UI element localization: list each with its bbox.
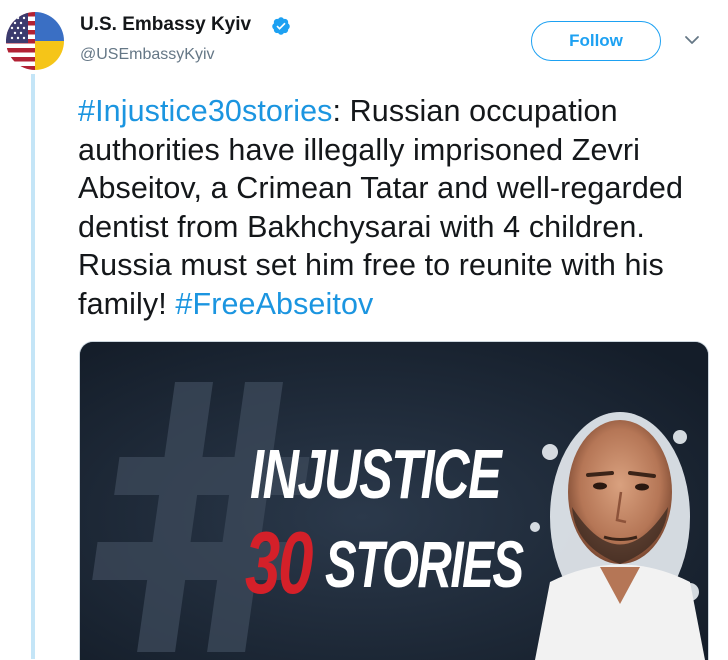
chevron-down-icon[interactable] <box>684 34 700 46</box>
verified-badge-icon <box>272 17 290 35</box>
media-number-30: 30 <box>245 513 313 612</box>
author-handle[interactable]: @USEmbassyKyiv <box>80 46 215 64</box>
tweet-text: #Injustice30stories: Russian occupation … <box>78 92 718 323</box>
us-ukraine-flag-avatar-icon[interactable] <box>6 12 64 70</box>
tweet-media-image[interactable]: INJUSTICE 30 STORIES <box>79 341 709 660</box>
media-title-injustice: INJUSTICE <box>250 435 502 513</box>
media-title-stories: STORIES <box>325 527 524 601</box>
hashtag-injustice30stories[interactable]: #Injustice30stories <box>78 94 333 128</box>
follow-button[interactable]: Follow <box>531 21 661 61</box>
author-display-name[interactable]: U.S. Embassy Kyiv <box>80 14 251 36</box>
hashtag-freeabseitov[interactable]: #FreeAbseitov <box>175 287 373 321</box>
thread-line <box>31 74 35 659</box>
